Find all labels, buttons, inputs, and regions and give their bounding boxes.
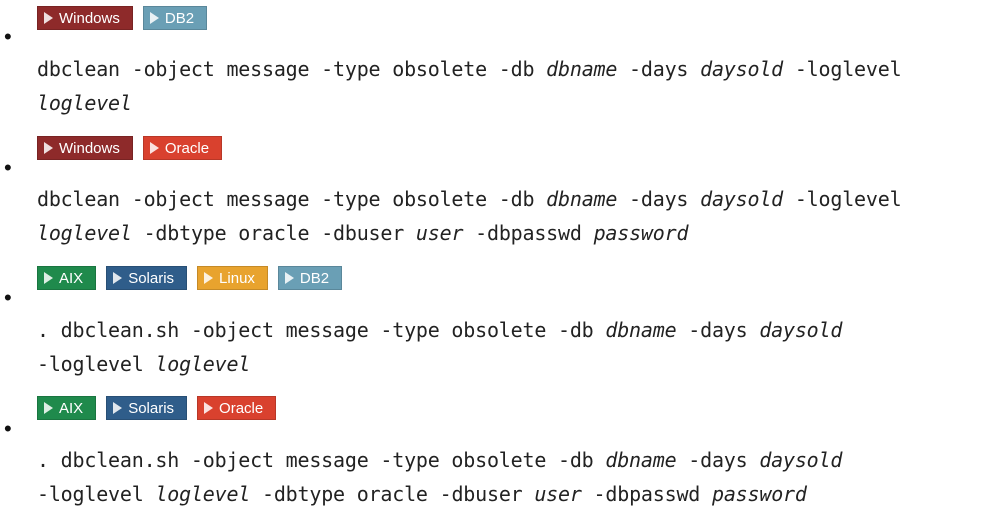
platform-badge-label: Oracle [219,399,264,417]
command-parameter: password [711,482,807,506]
platform-badge-linux: Linux [197,266,268,290]
platform-badge-aix: AIX [37,266,97,290]
command-literal: . dbclean.sh -object message -type obsol… [37,318,606,342]
triangle-right-icon [204,272,214,284]
command-parameter: daysold [759,318,843,342]
platform-badge-label: Oracle [164,139,210,157]
command-text: . dbclean.sh -object message -type obsol… [37,313,977,381]
platform-badge-oracle: Oracle [142,136,223,160]
triangle-right-icon [149,12,159,24]
command-text: dbclean -object message -type obsolete -… [37,182,977,250]
triangle-right-icon [204,402,214,414]
command-parameter: dbname [605,448,677,472]
triangle-right-icon [149,142,159,154]
platform-badge-label: Solaris [128,269,175,287]
platform-badge-label: AIX [59,269,84,287]
platform-badges: Windows DB2 [37,6,208,30]
command-parameter: daysold [700,57,783,81]
platform-badge-db2: DB2 [277,266,343,290]
platform-badge-label: Solaris [128,399,175,417]
platform-badge-solaris: Solaris [106,396,188,420]
platform-badges: Windows Oracle [37,136,223,160]
command-literal: -days [617,57,701,81]
triangle-right-icon [113,272,123,284]
platform-badge-aix: AIX [37,396,97,420]
command-parameter: password [593,221,689,245]
triangle-right-icon [44,12,53,24]
triangle-right-icon [44,272,53,284]
command-literal: dbclean -object message -type obsolete -… [37,187,547,211]
command-parameter: dbname [546,57,618,81]
command-text: . dbclean.sh -object message -type obsol… [37,443,977,511]
platform-badge-label: Linux [219,269,255,287]
command-literal: -days [617,187,701,211]
list-bullet: • [4,285,12,310]
command-literal: dbclean -object message -type obsolete -… [37,57,547,81]
list-bullet: • [4,24,12,49]
command-parameter: user [534,482,582,506]
command-parameter: user [415,221,464,245]
triangle-right-icon [44,402,53,414]
command-text: dbclean -object message -type obsolete -… [37,52,977,120]
platform-badge-windows: Windows [37,136,133,160]
command-parameter: daysold [700,187,783,211]
command-parameter: loglevel [155,352,251,376]
command-literal: -loglevel [37,482,144,506]
command-literal: -dbpasswd [463,221,594,245]
platform-badge-db2: DB2 [142,6,208,30]
command-parameter: daysold [759,448,843,472]
command-literal: -dbtype oracle -dbuser [250,482,535,506]
command-parameter: loglevel [37,221,132,245]
triangle-right-icon [284,272,294,284]
command-literal: -dbpasswd [581,482,712,506]
command-literal: -days [676,448,760,472]
command-literal: -loglevel [794,57,902,81]
command-literal: -days [676,318,760,342]
platform-badge-label: DB2 [164,9,195,27]
platform-badges: AIX Solaris Linux DB2 [37,266,343,290]
command-literal: -loglevel [794,187,902,211]
platform-badge-oracle: Oracle [197,396,277,420]
command-parameter: loglevel [37,91,132,115]
command-parameter: loglevel [155,482,251,506]
command-parameter: dbname [546,187,618,211]
platform-badge-label: AIX [59,399,84,417]
list-bullet: • [4,155,12,180]
command-literal: -dbtype oracle -dbuser [131,221,416,245]
triangle-right-icon [113,402,123,414]
platform-badge-windows: Windows [37,6,133,30]
command-literal: . dbclean.sh -object message -type obsol… [37,448,606,472]
platform-badges: AIX Solaris Oracle [37,396,277,420]
platform-badge-label: Windows [59,139,120,157]
platform-badge-label: DB2 [299,269,330,287]
list-bullet: • [4,416,12,441]
triangle-right-icon [44,142,53,154]
command-literal: -loglevel [37,352,144,376]
command-parameter: dbname [605,318,677,342]
platform-badge-solaris: Solaris [106,266,188,290]
platform-badge-label: Windows [59,9,120,27]
